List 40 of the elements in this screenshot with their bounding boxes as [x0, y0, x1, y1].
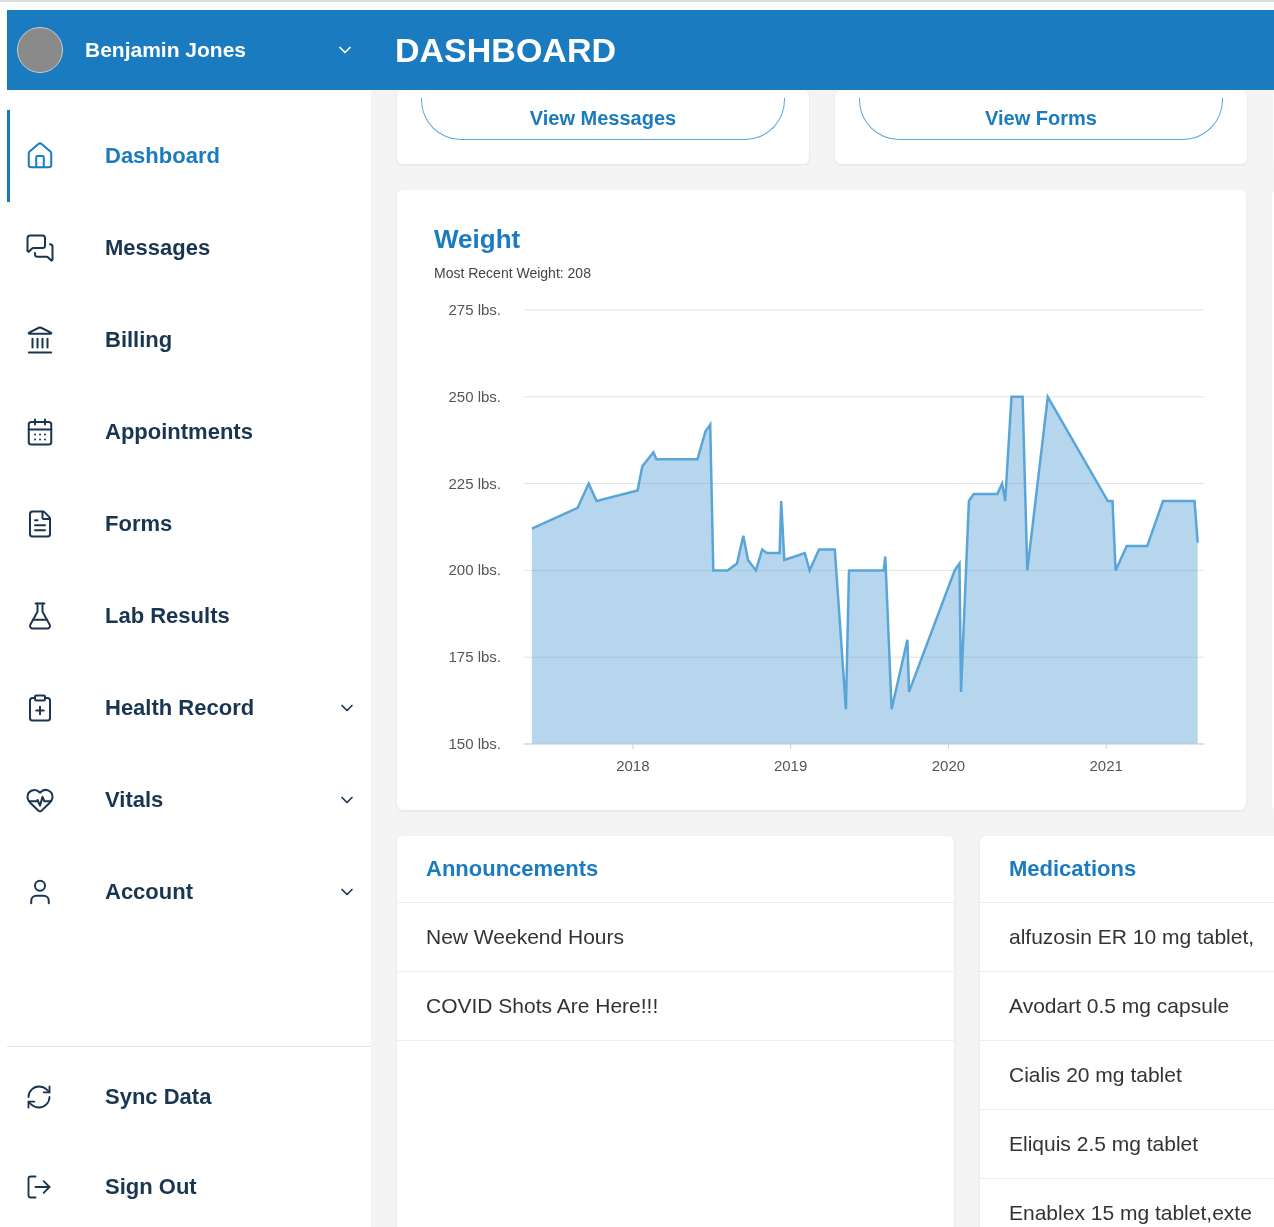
card-title: Weight — [434, 224, 522, 255]
medication-item[interactable]: Enablex 15 mg tablet,exte — [980, 1179, 1274, 1227]
home-icon — [25, 141, 55, 171]
user-menu-button[interactable]: Benjamin Jones — [85, 38, 335, 62]
calendar-icon — [25, 417, 55, 447]
sidebar-item[interactable]: Lab Results — [7, 570, 371, 662]
sidebar-item[interactable]: Sync Data — [7, 1047, 371, 1147]
axis-label: 225 lbs. — [448, 474, 501, 492]
announcement-item[interactable]: New Weekend Hours — [397, 903, 954, 972]
medication-item[interactable]: alfuzosin ER 10 mg tablet, — [980, 903, 1274, 972]
axis-label: 200 lbs. — [448, 561, 501, 579]
sidebar-item[interactable]: Appointments — [7, 386, 371, 478]
sidebar-item[interactable]: Messages — [7, 202, 371, 294]
axis-label: 2018 — [616, 757, 650, 774]
axis-label: 2019 — [773, 757, 808, 774]
announcement-item[interactable]: COVID Shots Are Here!!! — [397, 972, 954, 1041]
sidebar-item[interactable]: Account — [7, 846, 371, 938]
sidebar-item[interactable]: Health Record — [7, 662, 371, 754]
sidebar-item[interactable]: Billing — [7, 294, 371, 386]
sidebar-item[interactable]: Forms — [7, 478, 371, 570]
card-subtitle: Most Recent Weight: 208 — [434, 265, 592, 281]
avatar — [17, 27, 63, 73]
sidebar-item[interactable]: Vitals — [7, 754, 371, 846]
axis-label: 2021 — [1089, 757, 1123, 774]
axis-label: 2020 — [931, 757, 966, 774]
axis-label: 150 lbs. — [448, 735, 501, 752]
medication-item[interactable]: Eliquis 2.5 mg tablet — [980, 1110, 1274, 1179]
outline-button[interactable]: View Forms — [859, 98, 1223, 140]
chat-icon — [25, 233, 55, 263]
axis-label: 250 lbs. — [448, 387, 501, 405]
medication-item[interactable]: Avodart 0.5 mg capsule — [980, 972, 1274, 1041]
bank-icon — [25, 325, 55, 355]
axis-label: 175 lbs. — [448, 648, 501, 666]
sidebar-item[interactable]: Sign Out — [7, 1147, 371, 1227]
medication-item[interactable]: Cialis 20 mg tablet — [980, 1041, 1274, 1110]
card-title: Announcements — [397, 836, 954, 903]
card-title: Medications — [980, 836, 1274, 903]
page-title: DASHBOARD — [395, 30, 616, 70]
outline-button[interactable]: View Messages — [421, 98, 785, 140]
axis-label: 275 lbs. — [448, 301, 501, 318]
